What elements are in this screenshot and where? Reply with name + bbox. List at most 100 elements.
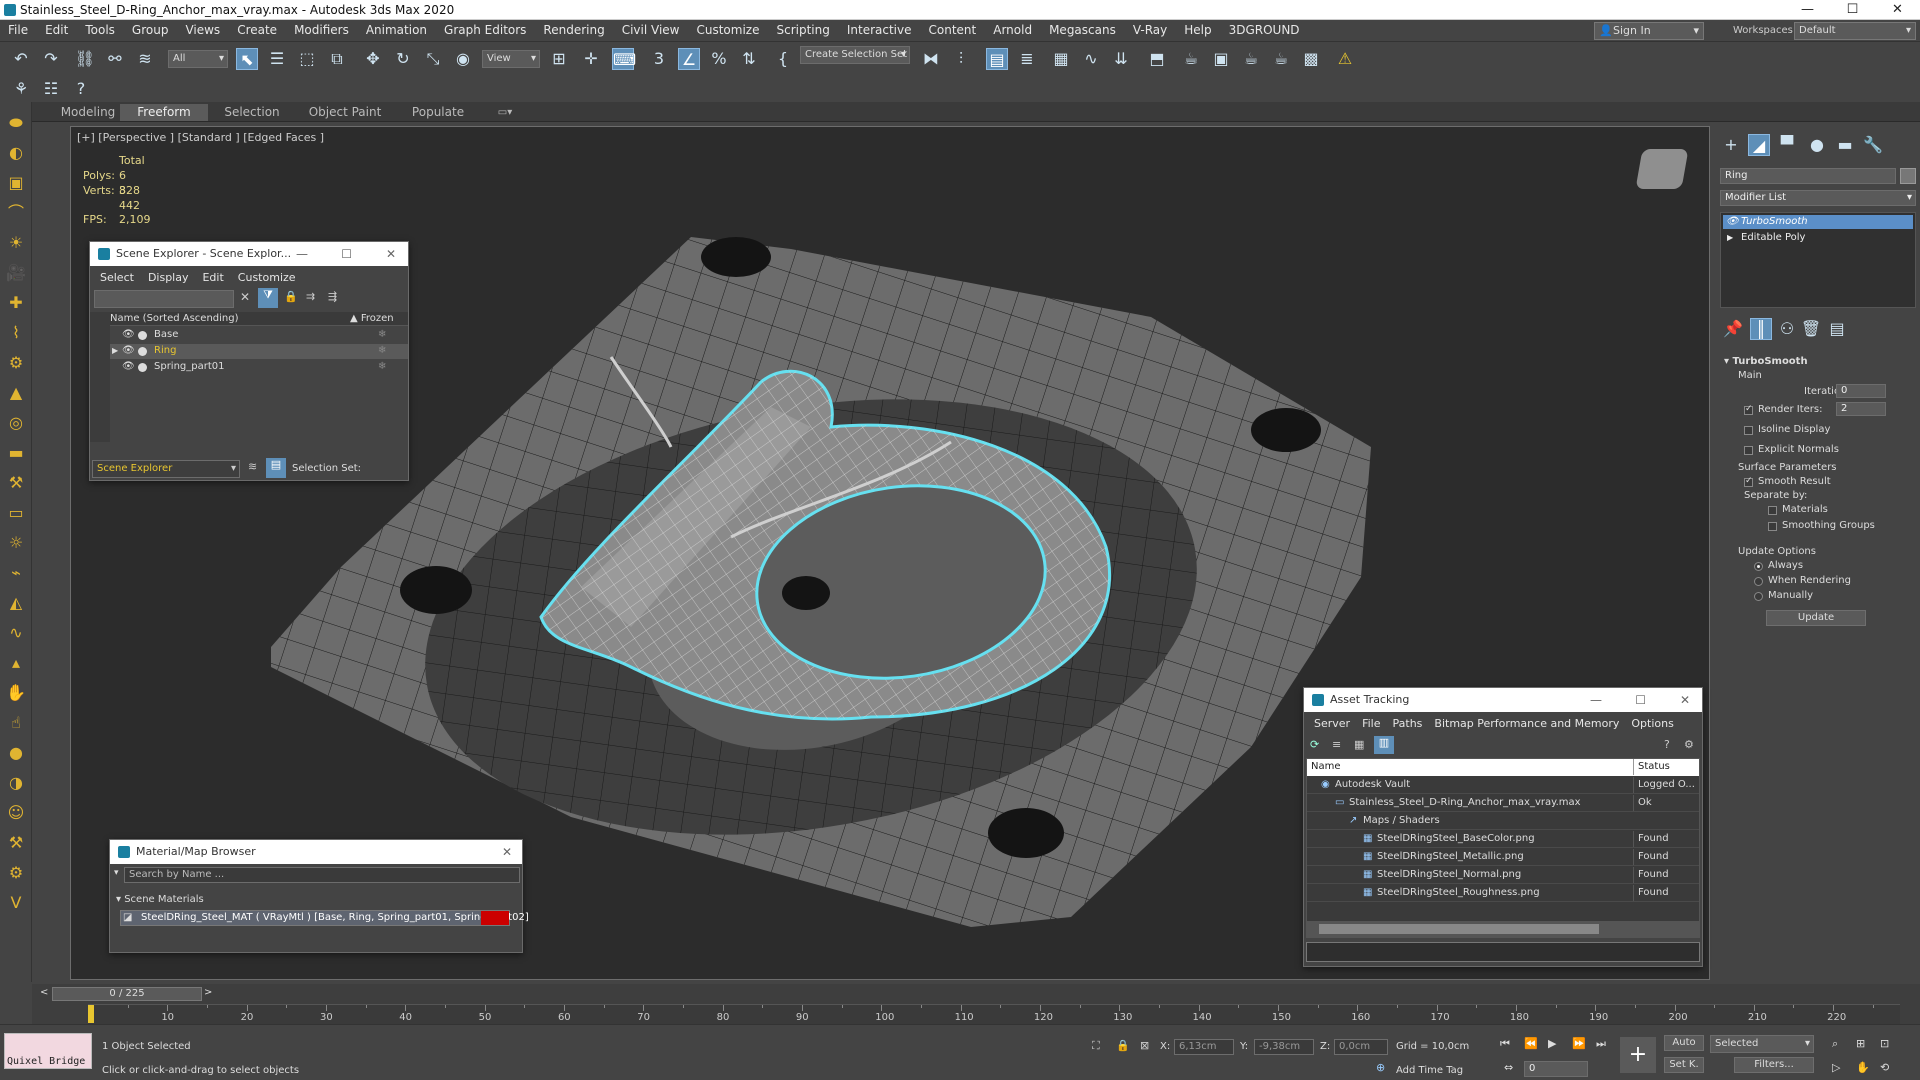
go-to-start-icon[interactable]: ⏮: [1500, 1037, 1510, 1051]
select-by-name-icon[interactable]: ☰: [266, 48, 288, 70]
selection-filter-dropdown[interactable]: All ▾: [168, 50, 228, 68]
render-iters-checkbox[interactable]: [1744, 404, 1753, 415]
percent-snap-icon[interactable]: %: [708, 48, 730, 70]
absolute-mode-icon[interactable]: ⊠: [1140, 1039, 1149, 1052]
utility-icon[interactable]: ⚒: [5, 472, 27, 494]
tab-modeling[interactable]: Modeling: [48, 104, 128, 121]
zoom-extents-icon[interactable]: ⊡: [1880, 1037, 1889, 1050]
close-button[interactable]: ✕: [502, 840, 512, 864]
menu-item-animation[interactable]: Animation: [366, 23, 427, 37]
gizmo-icon[interactable]: ◭: [5, 592, 27, 614]
asset-row[interactable]: ▦ SteelDRingSteel_Normal.png Found: [1307, 867, 1699, 884]
workspace-scene-icon[interactable]: ⚘: [10, 78, 32, 100]
refresh-icon[interactable]: ⟳: [1310, 738, 1319, 751]
rope-icon[interactable]: ⌁: [5, 562, 27, 584]
selection-set-dropdown[interactable]: Create Selection Set ▾: [800, 46, 910, 64]
show-end-result-icon[interactable]: ║: [1750, 318, 1772, 340]
asset-row[interactable]: ▦ SteelDRingSteel_Metallic.png Found: [1307, 849, 1699, 866]
quixel-bridge-button[interactable]: Quixel Bridge: [4, 1033, 92, 1069]
hierarchy-tab-icon[interactable]: ▀: [1776, 134, 1798, 156]
always-radio[interactable]: [1754, 562, 1763, 571]
plane-icon[interactable]: ▭: [5, 502, 27, 524]
rollout-title[interactable]: ▾ TurboSmooth: [1724, 356, 1808, 367]
object-color-swatch[interactable]: [1900, 168, 1916, 184]
viewport-label[interactable]: [+] [Perspective ] [Standard ] [Edged Fa…: [77, 131, 324, 144]
stack-item-editable-poly[interactable]: ▶ Editable Poly: [1723, 231, 1913, 245]
settings-icon[interactable]: ⚙: [1684, 738, 1694, 751]
current-frame-marker[interactable]: [88, 1005, 94, 1023]
cone-icon[interactable]: ▴: [5, 652, 27, 674]
minimize-button[interactable]: —: [296, 242, 308, 266]
menu-item-file[interactable]: File: [1362, 714, 1380, 734]
camera-icon[interactable]: 🎥: [5, 262, 27, 284]
menu-item-paths[interactable]: Paths: [1393, 714, 1423, 734]
freeze-icon[interactable]: ❄: [378, 359, 386, 375]
lock-icon[interactable]: 🔒: [284, 290, 298, 303]
explorer-type-dropdown[interactable]: Scene Explorer ▾: [92, 460, 240, 478]
scene-materials-group[interactable]: ▾ Scene Materials: [116, 892, 204, 908]
help-icon[interactable]: ?: [70, 78, 92, 100]
tint-icon[interactable]: ◑: [5, 772, 27, 794]
align-icon[interactable]: ⫶: [950, 48, 972, 70]
layer-sort-icon[interactable]: ⇶: [328, 290, 337, 303]
x-coordinate-field[interactable]: 6,13cm: [1174, 1039, 1234, 1055]
perspective-viewport[interactable]: [+] [Perspective ] [Standard ] [Edged Fa…: [70, 126, 1710, 980]
unlink-icon[interactable]: ⚯: [104, 48, 126, 70]
material-search-input[interactable]: Search by Name ...: [124, 867, 520, 883]
minimize-button[interactable]: —: [1785, 0, 1830, 20]
vray-icon[interactable]: V: [5, 892, 27, 914]
time-tag-icon[interactable]: ⊕: [1376, 1061, 1385, 1074]
menu-item-bitmap-performance-and-memory[interactable]: Bitmap Performance and Memory: [1434, 714, 1619, 734]
sphere-icon[interactable]: ◐: [5, 142, 27, 164]
freeze-icon[interactable]: ❄: [378, 327, 386, 343]
prev-key-icon[interactable]: ⏪: [1524, 1037, 1538, 1050]
material-browser-titlebar[interactable]: Material/Map Browser ✕: [110, 840, 522, 864]
snap-toggle-icon[interactable]: 3: [648, 48, 670, 70]
menu-item-group[interactable]: Group: [132, 23, 169, 37]
asset-row[interactable]: ▭ Stainless_Steel_D-Ring_Anchor_max_vray.…: [1307, 795, 1699, 812]
list-view-icon[interactable]: ≡: [1332, 738, 1341, 751]
key-mode-icon[interactable]: ⇔: [1504, 1061, 1513, 1074]
viewcube[interactable]: [1635, 149, 1689, 189]
scene-item-ring[interactable]: ▶ 👁 Ring ❄: [110, 344, 408, 359]
rotate-icon[interactable]: ↻: [392, 48, 414, 70]
create-tab-icon[interactable]: +: [1720, 134, 1742, 156]
zoom-icon[interactable]: ⌕: [1832, 1037, 1838, 1051]
shape-icon[interactable]: ⌒: [5, 202, 27, 224]
spinner-snap-icon[interactable]: ⇅: [738, 48, 760, 70]
selection-lock-icon[interactable]: 🔒: [1116, 1039, 1130, 1052]
filters-button[interactable]: Filters...: [1734, 1057, 1814, 1073]
asset-row[interactable]: ↗ Maps / Shaders: [1307, 813, 1699, 830]
warning-icon[interactable]: ⚠: [1334, 48, 1356, 70]
menu-item-content[interactable]: Content: [929, 23, 977, 37]
menu-item-graph-editors[interactable]: Graph Editors: [444, 23, 526, 37]
menu-item-edit[interactable]: Edit: [45, 23, 68, 37]
edit-named-selection-icon[interactable]: {: [772, 48, 794, 70]
layer-stack-icon[interactable]: ≋: [248, 460, 257, 473]
render-gallery-icon[interactable]: ▩: [1300, 48, 1322, 70]
render-toggle-icon[interactable]: [138, 331, 147, 340]
menu-item-views[interactable]: Views: [185, 23, 220, 37]
clear-search-icon[interactable]: ✕: [240, 290, 250, 304]
menu-item-scripting[interactable]: Scripting: [776, 23, 829, 37]
menu-item-tools[interactable]: Tools: [85, 23, 115, 37]
menu-item-rendering[interactable]: Rendering: [543, 23, 604, 37]
spacewarp-icon[interactable]: ⌇: [5, 322, 27, 344]
menu-item-select[interactable]: Select: [100, 268, 134, 288]
close-button[interactable]: ✕: [386, 242, 396, 266]
go-to-end-icon[interactable]: ⏭: [1596, 1037, 1606, 1051]
scale-icon[interactable]: ⤡: [422, 48, 444, 70]
col-status-header[interactable]: Status: [1633, 759, 1670, 775]
mirror-icon[interactable]: ⧓: [920, 48, 942, 70]
maximize-button[interactable]: ☐: [1830, 0, 1875, 20]
material-entry[interactable]: ◪ SteelDRing_Steel_MAT ( VRayMtl ) [Base…: [120, 910, 529, 926]
display-icon[interactable]: ▬: [5, 442, 27, 464]
modify-tab-icon[interactable]: ◢: [1748, 134, 1770, 156]
current-frame-field[interactable]: 0: [1524, 1061, 1588, 1077]
object-name-input[interactable]: Ring: [1720, 168, 1896, 184]
select-manipulate-icon[interactable]: ✛: [580, 48, 602, 70]
material-editor-icon[interactable]: ⬒: [1146, 48, 1168, 70]
maximize-button[interactable]: ☐: [341, 242, 352, 266]
curve-icon[interactable]: ∿: [5, 622, 27, 644]
motion-tab-icon[interactable]: ●: [1806, 134, 1828, 156]
